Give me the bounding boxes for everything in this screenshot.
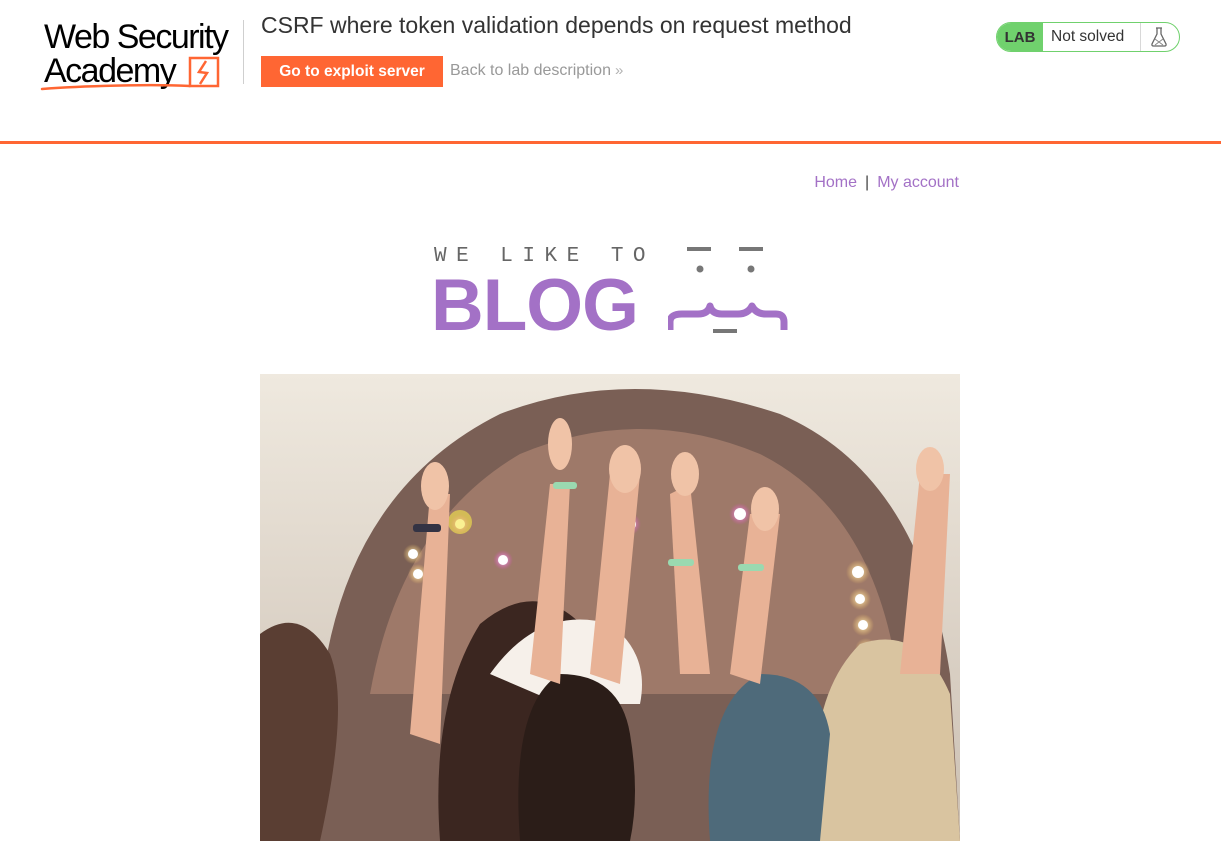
logo-lightning-icon bbox=[40, 56, 220, 91]
lab-badge: LAB bbox=[997, 23, 1043, 51]
lab-status-widget: LAB Not solved bbox=[996, 22, 1180, 52]
header-accent-rule bbox=[0, 141, 1221, 144]
back-link-label: Back to lab description bbox=[450, 62, 611, 79]
lab-status-text: Not solved bbox=[1043, 23, 1141, 51]
nav-separator: | bbox=[865, 174, 870, 191]
logo-divider bbox=[243, 20, 244, 84]
flask-icon bbox=[1141, 23, 1177, 51]
lab-title: CSRF where token validation depends on r… bbox=[261, 12, 852, 38]
back-to-lab-description-link[interactable]: Back to lab description» bbox=[450, 62, 623, 80]
blog-logo: WE LIKE TO BLOG bbox=[430, 240, 790, 346]
double-chevron-right-icon: » bbox=[614, 62, 624, 79]
blog-wordmark: BLOG bbox=[431, 265, 639, 346]
blog-hero-image bbox=[260, 374, 960, 841]
blog-face-icon bbox=[668, 247, 788, 333]
go-to-exploit-server-button[interactable]: Go to exploit server bbox=[261, 56, 443, 87]
top-navigation: Home | My account bbox=[814, 174, 959, 192]
nav-home-link[interactable]: Home bbox=[814, 174, 857, 191]
web-security-academy-logo[interactable]: Web Security Academy bbox=[40, 16, 244, 94]
nav-my-account-link[interactable]: My account bbox=[877, 174, 959, 191]
lab-header: Web Security Academy CSRF where token va… bbox=[0, 0, 1221, 142]
